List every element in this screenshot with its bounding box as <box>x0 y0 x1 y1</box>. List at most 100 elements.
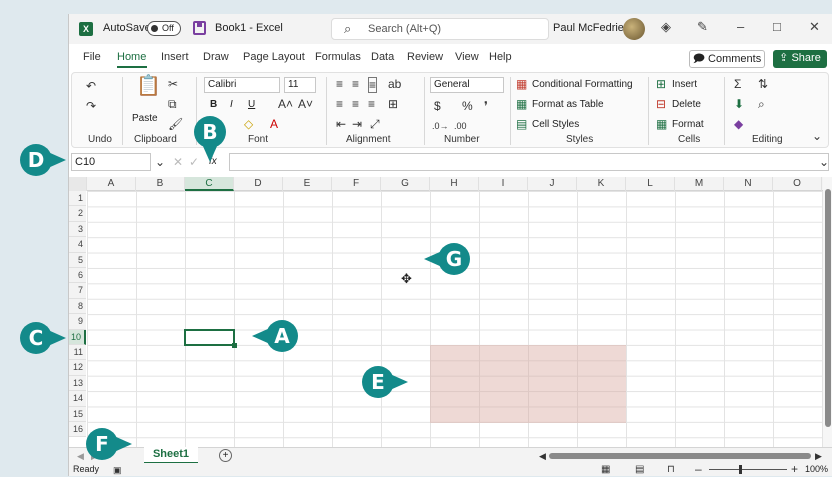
merge-icon[interactable]: ⊞ <box>388 97 398 111</box>
normal-view-icon[interactable]: ▦ <box>601 463 610 477</box>
fill-icon[interactable]: ⬇ <box>734 97 744 111</box>
page-break-view-icon[interactable]: ⊓ <box>667 463 675 477</box>
zoom-slider[interactable] <box>709 469 787 470</box>
outdent-icon[interactable]: ⇥ <box>352 117 362 131</box>
cut-icon[interactable]: ✂ <box>168 77 178 91</box>
row-header-1[interactable]: 1 <box>69 191 86 207</box>
paste-icon[interactable]: 📋 <box>136 76 161 96</box>
sort-filter-icon[interactable]: ⇅ <box>758 77 768 91</box>
column-header-i[interactable]: I <box>479 177 528 191</box>
cell-styles-button[interactable]: Cell Styles <box>532 119 579 130</box>
wrap-text-icon[interactable]: ab <box>388 77 401 91</box>
row-header-11[interactable]: 11 <box>69 345 86 361</box>
row-header-13[interactable]: 13 <box>69 375 86 392</box>
column-header-j[interactable]: J <box>528 177 577 191</box>
worksheet-grid[interactable]: ABCDEFGHIJKLMNO ✥ 1 2 3 4 5 6 7 8 9 10 11 12 13 14 15 1… <box>69 177 832 447</box>
tab-data[interactable]: Data <box>371 51 394 63</box>
column-header-m[interactable]: M <box>675 177 724 191</box>
row-header-6[interactable]: 6 <box>69 268 86 284</box>
active-cell[interactable] <box>184 329 237 348</box>
column-header-o[interactable]: O <box>773 177 822 191</box>
row-header-7[interactable]: 7 <box>69 283 86 299</box>
row-header-3[interactable]: 3 <box>69 221 86 238</box>
search-box[interactable]: ⌕ Search (Alt+Q) <box>331 18 549 40</box>
add-sheet-button[interactable]: + <box>219 449 232 462</box>
column-header-f[interactable]: F <box>332 177 381 191</box>
tab-page-layout[interactable]: Page Layout <box>243 51 305 63</box>
hscroll-left-icon[interactable]: ◀ <box>539 449 546 463</box>
column-header-e[interactable]: E <box>283 177 332 191</box>
clear-icon[interactable]: ◆ <box>734 117 743 131</box>
zoom-slider-knob[interactable] <box>739 465 742 474</box>
zoom-level[interactable]: 100% <box>805 464 828 474</box>
tab-formulas[interactable]: Formulas <box>315 51 361 63</box>
format-painter-icon[interactable]: 🖌 <box>168 117 183 131</box>
avatar[interactable] <box>623 18 645 40</box>
align-middle-icon[interactable]: ≡ <box>352 77 359 91</box>
orientation-icon[interactable]: ⤢ <box>370 117 380 131</box>
autosum-icon[interactable]: Σ <box>734 77 741 91</box>
tab-help[interactable]: Help <box>489 51 512 63</box>
row-header-10[interactable]: 10 <box>69 329 86 345</box>
percent-icon[interactable]: % <box>462 99 473 113</box>
accessibility-icon[interactable]: ▣ <box>113 463 122 477</box>
copy-icon[interactable]: ⧉ <box>168 97 177 111</box>
tab-review[interactable]: Review <box>407 51 443 63</box>
hscroll-right-icon[interactable]: ▶ <box>815 449 822 463</box>
bold-button[interactable]: B <box>210 99 217 110</box>
enter-icon[interactable]: ✓ <box>189 155 199 169</box>
column-header-d[interactable]: D <box>234 177 283 191</box>
currency-icon[interactable]: $ <box>434 99 441 113</box>
horizontal-scroll-thumb[interactable] <box>549 453 811 459</box>
vertical-scroll-thumb[interactable] <box>825 189 831 427</box>
select-all-corner[interactable] <box>69 177 87 191</box>
row-header-9[interactable]: 9 <box>69 314 86 330</box>
save-icon[interactable] <box>193 21 206 35</box>
close-button[interactable]: ✕ <box>809 19 820 35</box>
shaded-cell-range[interactable] <box>430 345 626 423</box>
autosave-toggle[interactable]: Off <box>147 21 181 36</box>
ribbon-collapse-icon[interactable]: ⌄ <box>812 129 822 143</box>
column-header-h[interactable]: H <box>430 177 479 191</box>
column-header-l[interactable]: L <box>626 177 675 191</box>
decrease-font-icon[interactable]: A˅ <box>298 97 313 111</box>
zoom-in-icon[interactable]: + <box>791 462 798 476</box>
comma-icon[interactable]: ❜ <box>484 99 488 113</box>
share-button[interactable]: ⇪ Share <box>773 50 827 68</box>
increase-decimal-icon[interactable]: .0→ <box>432 119 449 133</box>
diamond-icon[interactable]: ◈ <box>661 19 671 35</box>
redo-icon[interactable]: ↷ <box>86 99 96 113</box>
underline-button[interactable]: U <box>248 99 255 110</box>
decrease-decimal-icon[interactable]: .00 <box>454 119 467 133</box>
zoom-out-icon[interactable]: – <box>695 462 702 476</box>
row-header-2[interactable]: 2 <box>69 206 86 222</box>
comments-button[interactable]: 🗩 Comments <box>689 50 765 68</box>
row-header-4[interactable]: 4 <box>69 237 86 253</box>
paste-label[interactable]: Paste <box>132 113 158 124</box>
format-cells-button[interactable]: Format <box>672 119 704 130</box>
fill-color-icon[interactable]: ◇ <box>244 117 253 131</box>
font-color-icon[interactable]: A <box>270 117 278 131</box>
sheet-tab-sheet1[interactable]: Sheet1 <box>144 447 198 464</box>
number-format-select[interactable]: General <box>430 77 504 93</box>
align-left-icon[interactable]: ≡ <box>336 97 343 111</box>
user-name[interactable]: Paul McFedries <box>553 22 629 34</box>
indent-icon[interactable]: ⇤ <box>336 117 346 131</box>
find-select-icon[interactable]: ⌕ <box>758 97 765 111</box>
align-center-icon[interactable]: ≡ <box>352 97 359 111</box>
tab-draw[interactable]: Draw <box>203 51 229 63</box>
name-box[interactable]: C10 <box>71 153 151 171</box>
row-header-14[interactable]: 14 <box>69 391 86 407</box>
namebox-dropdown-icon[interactable]: ⌄ <box>155 155 165 169</box>
undo-icon[interactable]: ↶ <box>86 79 96 93</box>
formula-expand-icon[interactable]: ⌄ <box>819 155 829 169</box>
page-layout-view-icon[interactable]: ▤ <box>635 463 644 477</box>
align-bottom-icon[interactable]: ≡ <box>368 77 378 93</box>
format-as-table-button[interactable]: Format as Table <box>532 99 604 110</box>
pen-icon[interactable]: ✎ <box>697 19 708 35</box>
insert-cells-button[interactable]: Insert <box>672 79 697 90</box>
row-header-16[interactable]: 16 <box>69 422 86 438</box>
maximize-button[interactable]: □ <box>773 19 781 34</box>
column-header-k[interactable]: K <box>577 177 626 191</box>
row-header-5[interactable]: 5 <box>69 252 86 268</box>
